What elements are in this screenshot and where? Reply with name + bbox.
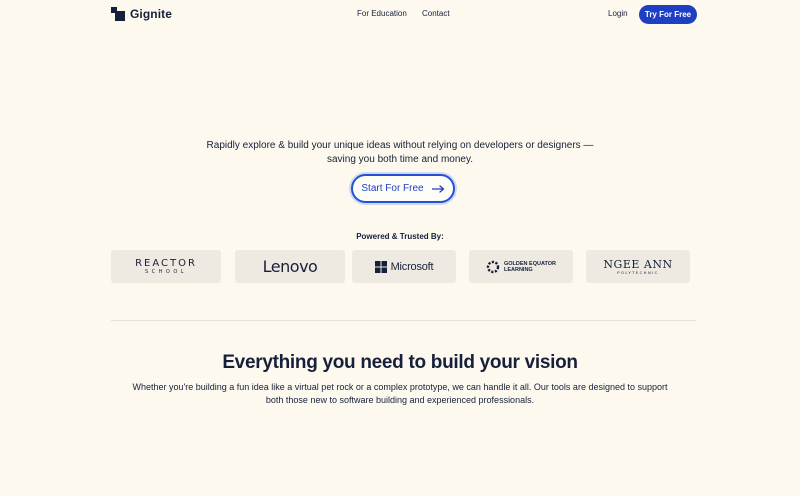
logo-reactor-school: REACTOR SCHOOL (111, 250, 221, 283)
trusted-by-heading: Powered & Trusted By: (356, 232, 444, 241)
logo-golden-equator: GOLDEN EQUATOR LEARNING (469, 250, 573, 283)
lenovo-wordmark: Lenovo (262, 257, 318, 276)
login-link[interactable]: Login (608, 9, 628, 18)
arrow-right-icon (431, 184, 444, 193)
nav-link-for-education[interactable]: For Education (357, 9, 407, 18)
start-for-free-button[interactable]: Start For Free (351, 174, 455, 203)
start-for-free-label: Start For Free (361, 183, 424, 194)
ngee-ann-wordmark: NGEE ANN (603, 257, 673, 271)
hero-tagline: Rapidly explore & build your unique idea… (0, 139, 800, 167)
hero-tagline-line-2: saving you both time and money. (326, 154, 473, 165)
logo-microsoft: Microsoft (352, 250, 456, 283)
features-heading: Everything you need to build your vision (222, 352, 578, 373)
hero-tagline-line-1: Rapidly explore & build your unique idea… (206, 140, 594, 151)
brand-logo[interactable]: Gignite (111, 7, 172, 21)
microsoft-squares-icon (374, 260, 387, 273)
golden-equator-line-2: LEARNING (503, 266, 533, 273)
top-nav: Gignite For Education Contact Login Try … (0, 0, 800, 30)
nav-link-contact[interactable]: Contact (422, 9, 450, 18)
section-divider (111, 320, 696, 321)
golden-equator-line-1: GOLDEN EQUATOR (503, 260, 557, 267)
try-for-free-button[interactable]: Try For Free (639, 5, 697, 24)
features-description-line-1: Whether you're building a fun idea like … (132, 382, 668, 392)
golden-equator-ring-icon (486, 260, 500, 273)
logo-lenovo: Lenovo (235, 250, 345, 283)
reactor-wordmark: REACTOR (135, 257, 197, 269)
reactor-subtitle: SCHOOL (144, 268, 188, 275)
brand-name: Gignite (130, 7, 173, 21)
microsoft-wordmark: Microsoft (390, 260, 434, 273)
logo-ngee-ann: NGEE ANN POLYTECHNIC (586, 250, 690, 283)
gignite-logo-icon (111, 7, 125, 21)
features-description-line-2: both those new to software building and … (265, 395, 535, 405)
features-description: Whether you're building a fun idea like … (100, 381, 700, 407)
